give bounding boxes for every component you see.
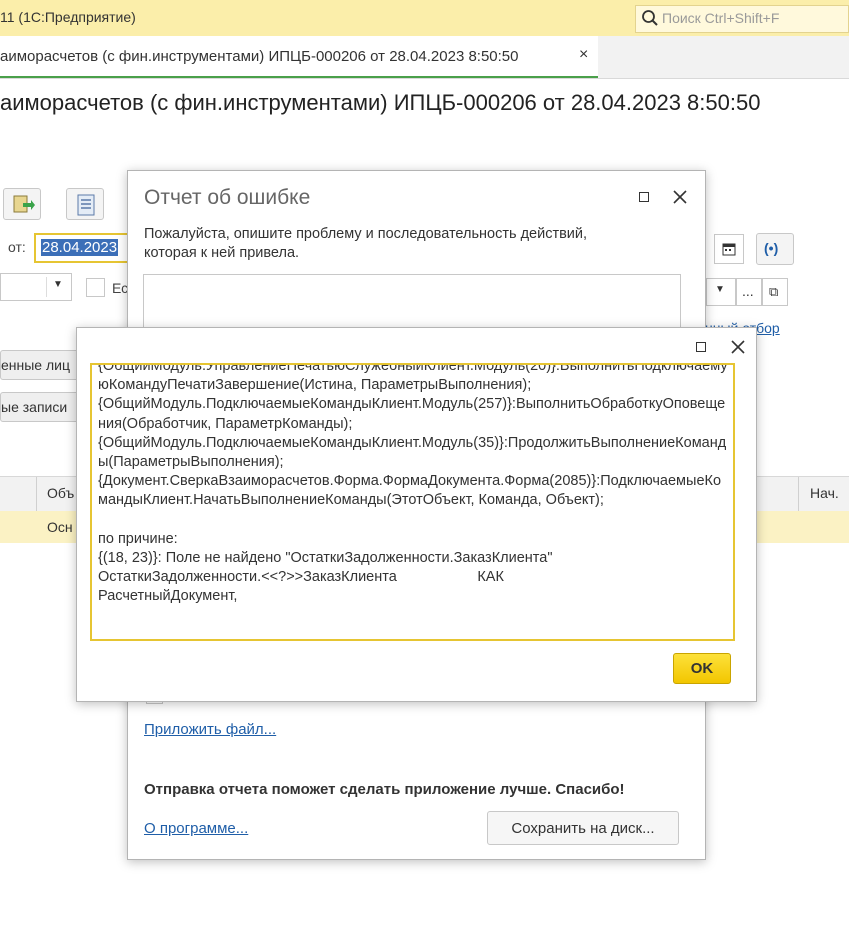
ok-button[interactable]: OK: [673, 653, 731, 684]
organization-select[interactable]: ▼: [0, 273, 72, 301]
tab-document[interactable]: аиморасчетов (с фин.инструментами) ИПЦБ-…: [0, 36, 598, 78]
date-value: 28.04.2023: [41, 239, 119, 256]
error-detail-line: РасчетныйДокумент,: [98, 588, 238, 605]
list-icon: [77, 194, 95, 216]
date-input[interactable]: 28.04.2023: [34, 233, 134, 263]
error-details-text[interactable]: {ОбщийМодуль.УправлениеПечатьюСлужебныйК…: [90, 363, 735, 641]
thanks-text: Отправка отчета поможет сделать приложен…: [144, 781, 625, 798]
list-button[interactable]: [66, 188, 104, 220]
error-detail-line: ОстаткиЗадолженности.<<?>>ЗаказКлиента К…: [98, 569, 504, 586]
open-tabs-bar: аиморасчетов (с фин.инструментами) ИПЦБ-…: [0, 36, 849, 79]
table-cell: Осн: [47, 519, 73, 535]
search-placeholder: Поиск Ctrl+Shift+F: [662, 10, 780, 26]
broadcast-button[interactable]: (•): [756, 233, 794, 265]
maximize-icon[interactable]: [639, 192, 649, 202]
chevron-down-icon: ▼: [53, 279, 63, 290]
save-to-disk-button[interactable]: Сохранить на диск...: [487, 811, 679, 845]
page-title: аиморасчетов (с фин.инструментами) ИПЦБ-…: [0, 90, 761, 115]
error-detail-line: {ОбщийМодуль.ПодключаемыеКомандыКлиент.М…: [98, 434, 727, 471]
column-header[interactable]: Объ: [47, 485, 74, 501]
contract-select[interactable]: ▼: [706, 278, 736, 306]
attach-file-link[interactable]: Приложить файл...: [144, 721, 276, 738]
search-icon: [642, 10, 658, 26]
error-detail-line: по причине:: [98, 530, 178, 547]
close-icon[interactable]: [673, 190, 687, 204]
tab-records[interactable]: ые записи: [0, 392, 80, 422]
error-detail-line: [98, 511, 728, 530]
error-detail-line: {Документ.СверкаВзаиморасчетов.Форма.Фор…: [98, 473, 722, 509]
error-detail-line: {ОбщийМодуль.УправлениеПечатьюСлужебныйК…: [98, 363, 728, 394]
chevron-down-icon: ▼: [715, 284, 725, 295]
tab-partners[interactable]: енные лиц: [0, 350, 80, 380]
calendar-icon: [722, 243, 736, 256]
error-details-lines: {ОбщийМодуль.УправлениеПечатьюСлужебныйК…: [98, 363, 728, 607]
error-detail-line: {ОбщийМодуль.ПодключаемыеКомандыКлиент.М…: [98, 396, 726, 432]
column-header[interactable]: Нач.: [810, 485, 839, 501]
global-search-input[interactable]: Поиск Ctrl+Shift+F: [635, 5, 849, 33]
tab-close-button[interactable]: ×: [579, 46, 588, 64]
select-ellipsis-button[interactable]: ...: [736, 278, 762, 306]
maximize-icon[interactable]: [696, 342, 706, 352]
date-picker-button[interactable]: [714, 234, 744, 264]
dialog-prompt: Пожалуйста, опишите проблему и последова…: [144, 226, 588, 261]
date-label: от:: [8, 239, 26, 255]
error-details-dialog: {ОбщийМодуль.УправлениеПечатьюСлужебныйК…: [76, 327, 757, 702]
checkbox[interactable]: [86, 278, 105, 297]
open-button[interactable]: ⧉: [762, 278, 788, 306]
open-window-icon: ⧉: [769, 284, 779, 299]
checkbox-label: Ес: [112, 280, 129, 296]
radio-wave-icon: (•): [764, 240, 779, 256]
dialog-title: Отчет об ошибке: [144, 186, 311, 209]
save-to-db-button[interactable]: [3, 188, 41, 220]
error-detail-line: {(18, 23)}: Поле не найдено "ОстаткиЗадо…: [98, 550, 553, 567]
tab-label: аиморасчетов (с фин.инструментами) ИПЦБ-…: [0, 48, 519, 65]
document-arrow-icon: [13, 195, 35, 213]
close-icon[interactable]: [731, 340, 745, 354]
app-title-bar: 11 (1С:Предприятие) Поиск Ctrl+Shift+F: [0, 0, 849, 37]
app-title: 11 (1С:Предприятие): [0, 9, 136, 25]
about-link[interactable]: О программе...: [144, 820, 248, 837]
